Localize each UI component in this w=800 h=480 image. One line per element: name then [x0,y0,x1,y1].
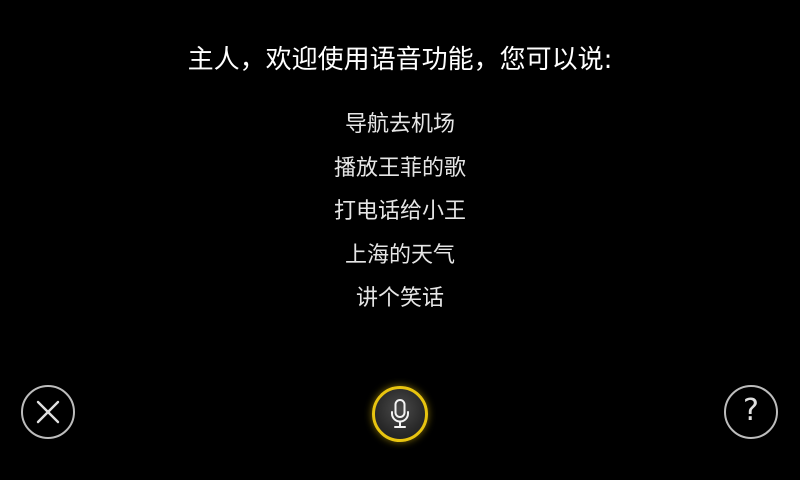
microphone-button[interactable] [372,386,428,442]
suggestion-item[interactable]: 播放王菲的歌 [0,147,800,191]
suggestion-item[interactable]: 打电话给小王 [0,190,800,234]
voice-prompt-title: 主人，欢迎使用语音功能，您可以说: [187,45,613,75]
close-icon [35,399,61,425]
suggestion-item[interactable]: 讲个笑话 [0,277,800,321]
suggestion-item[interactable]: 导航去机场 [0,103,800,147]
suggestion-item[interactable]: 上海的天气 [0,234,800,278]
question-mark-icon: ? [743,393,759,428]
help-button[interactable]: ? [724,385,778,439]
close-button[interactable] [21,385,75,439]
suggestion-list: 导航去机场 播放王菲的歌 打电话给小王 上海的天气 讲个笑话 [0,103,800,321]
microphone-icon [388,398,412,430]
